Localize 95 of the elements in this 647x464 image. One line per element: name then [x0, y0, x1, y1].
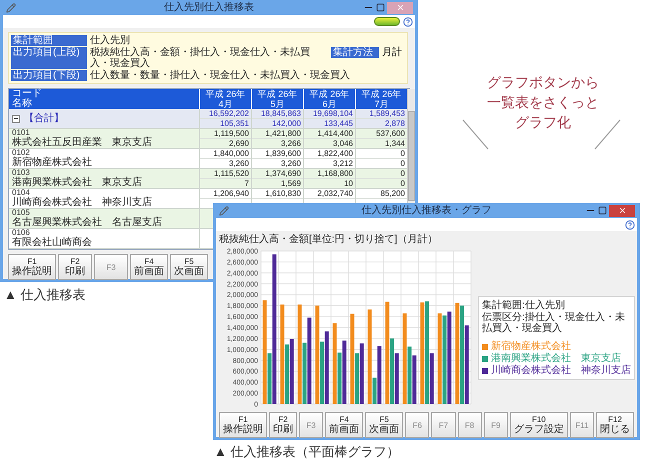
- caption: ▲ 仕入推移表（平面棒グラフ）: [214, 444, 400, 459]
- column-header: 7月: [374, 99, 388, 109]
- supplier-name: 名古屋興業株式会社 名古屋支店: [12, 217, 162, 228]
- table-cell: 1,168,800: [304, 169, 355, 179]
- table-cell: 18,845,863: [252, 109, 303, 119]
- table-cell: 1,206,940: [200, 189, 251, 199]
- legend-label: 港南興業株式会社 東京支店: [491, 353, 621, 364]
- window-title: 仕入先別仕入推移表: [164, 2, 254, 14]
- field-label: 集計範囲: [11, 35, 87, 46]
- callout-text: グラフボタンから 一覧表をさくっと グラフ化: [486, 73, 600, 132]
- column-header: 平成 26年: [362, 89, 402, 99]
- maximize-icon[interactable]: [598, 206, 607, 215]
- column-header: 5月: [270, 99, 284, 109]
- table-cell-text: 10: [343, 179, 354, 188]
- table-cell: 1,822,400: [304, 149, 355, 159]
- table-cell: 19,698,104: [304, 109, 355, 119]
- maximize-icon[interactable]: [376, 3, 385, 12]
- field-value: 仕入先別: [89, 35, 131, 46]
- caption: ▲ 仕入推移表: [4, 287, 86, 302]
- supplier-name: 港南興業株式会社 東京支店: [12, 177, 142, 188]
- function-key[interactable]: F12 閉じる: [596, 412, 634, 438]
- table-cell-text: 1,344: [384, 139, 406, 148]
- graph-button[interactable]: [374, 17, 400, 26]
- supplier-name: 有限会社山崎商会: [12, 237, 92, 248]
- column-header: 名称: [12, 99, 33, 109]
- supplier-code: 0104: [12, 189, 30, 197]
- supplier-code: 0102: [12, 149, 30, 157]
- field-label: 集計方法: [331, 47, 379, 58]
- field-value: 税抜純仕入高・金額・掛仕入・現金仕入・未払買入・現金買入: [89, 47, 311, 69]
- table-cell-text: 2,878: [384, 119, 406, 128]
- column-header: 4月: [218, 99, 232, 109]
- table-cell: 1,421,800: [252, 129, 303, 139]
- table-cell: 1,840,000: [200, 149, 251, 159]
- table-cell-text: 142,000: [271, 119, 302, 128]
- table-cell-text: 7: [244, 179, 250, 188]
- collapse-icon[interactable]: [12, 114, 20, 122]
- function-key[interactable]: F2 印刷: [58, 254, 92, 280]
- table-cell: 1,115,520: [200, 169, 251, 179]
- field-value: 仕入数量・数量・掛仕入・現金仕入・未払買入・現金買入: [89, 70, 351, 81]
- table-cell-text: 3,212: [332, 159, 354, 168]
- field-label: 出力項目(下段): [11, 70, 87, 81]
- table-cell-text: 105,351: [219, 119, 250, 128]
- close-icon[interactable]: [618, 206, 626, 215]
- supplier-code: 0105: [12, 209, 30, 217]
- table-cell-text: 3,260: [280, 159, 302, 168]
- pencil-icon: [219, 206, 229, 216]
- column-header: 6月: [322, 99, 336, 109]
- function-key[interactable]: F4 前画面: [325, 412, 364, 438]
- table-cell: 1,839,600: [252, 149, 303, 159]
- window-title: 仕入先別仕入推移表・グラフ: [362, 204, 492, 216]
- supplier-code: 0103: [12, 169, 30, 177]
- function-key[interactable]: F5 次画面: [365, 412, 404, 438]
- legend-label: 川崎商会株式会社 神奈川支店: [491, 365, 631, 376]
- legend-label: 新宿物産株式会社: [491, 341, 571, 352]
- chart-title: 税抜純仕入高・金額[単位:円・切り捨て]（月計）: [219, 234, 438, 246]
- function-key[interactable]: F10 グラフ設定: [510, 412, 568, 438]
- table-cell-text: 0: [400, 179, 406, 188]
- function-key[interactable]: F1 操作説明: [219, 412, 267, 438]
- legend-text: 集計範囲:仕入先別: [482, 300, 566, 311]
- table-cell-text: 3,260: [228, 159, 250, 168]
- field-label: 出力項目(上段): [11, 47, 87, 69]
- table-cell: 2,032,740: [304, 189, 355, 199]
- table-cell-text: 2,690: [228, 139, 250, 148]
- function-key[interactable]: F2 印刷: [269, 412, 297, 438]
- pencil-icon: [6, 2, 16, 12]
- table-cell-text: 3,266: [280, 139, 302, 148]
- leader-line: [462, 120, 488, 150]
- function-key[interactable]: F4 前画面: [130, 254, 168, 280]
- table-cell-text: 3,046: [332, 139, 354, 148]
- supplier-code: 0101: [12, 129, 30, 137]
- table-cell: 1,119,500: [200, 129, 251, 139]
- table-cell: 16,592,202: [200, 109, 251, 119]
- help-icon[interactable]: [403, 16, 413, 26]
- supplier-name: 川崎商会株式会社 神奈川支店: [12, 197, 152, 208]
- leader-line: [594, 120, 620, 150]
- supplier-name: 新宿物産株式会社: [12, 157, 92, 168]
- field-value: 月計: [381, 47, 403, 58]
- supplier-code: 0106: [12, 229, 31, 237]
- table-cell: 1,374,690: [252, 169, 303, 179]
- supplier-name: 株式会社五反田産業 東京支店: [12, 137, 152, 148]
- table-cell: 1,414,400: [304, 129, 355, 139]
- function-key[interactable]: F5 次画面: [170, 254, 208, 280]
- column-header: 平成 26年: [206, 89, 246, 99]
- help-icon[interactable]: [625, 220, 635, 230]
- scrollbar[interactable]: [408, 111, 415, 201]
- table-cell-text: 0: [400, 159, 406, 168]
- column-header: 平成 26年: [258, 89, 298, 99]
- legend-text: 伝票区分:掛仕入・現金仕入・未払買入・現金買入: [482, 312, 626, 334]
- column-header: コード: [12, 89, 43, 99]
- row-label: 【合計】: [24, 113, 64, 124]
- table-cell-text: 133,445: [323, 119, 354, 128]
- table-cell: 1,610,830: [252, 189, 303, 199]
- function-key[interactable]: F1 操作説明: [8, 254, 56, 280]
- table-cell-text: 1,569: [280, 179, 302, 188]
- column-header: 平成 26年: [310, 89, 350, 99]
